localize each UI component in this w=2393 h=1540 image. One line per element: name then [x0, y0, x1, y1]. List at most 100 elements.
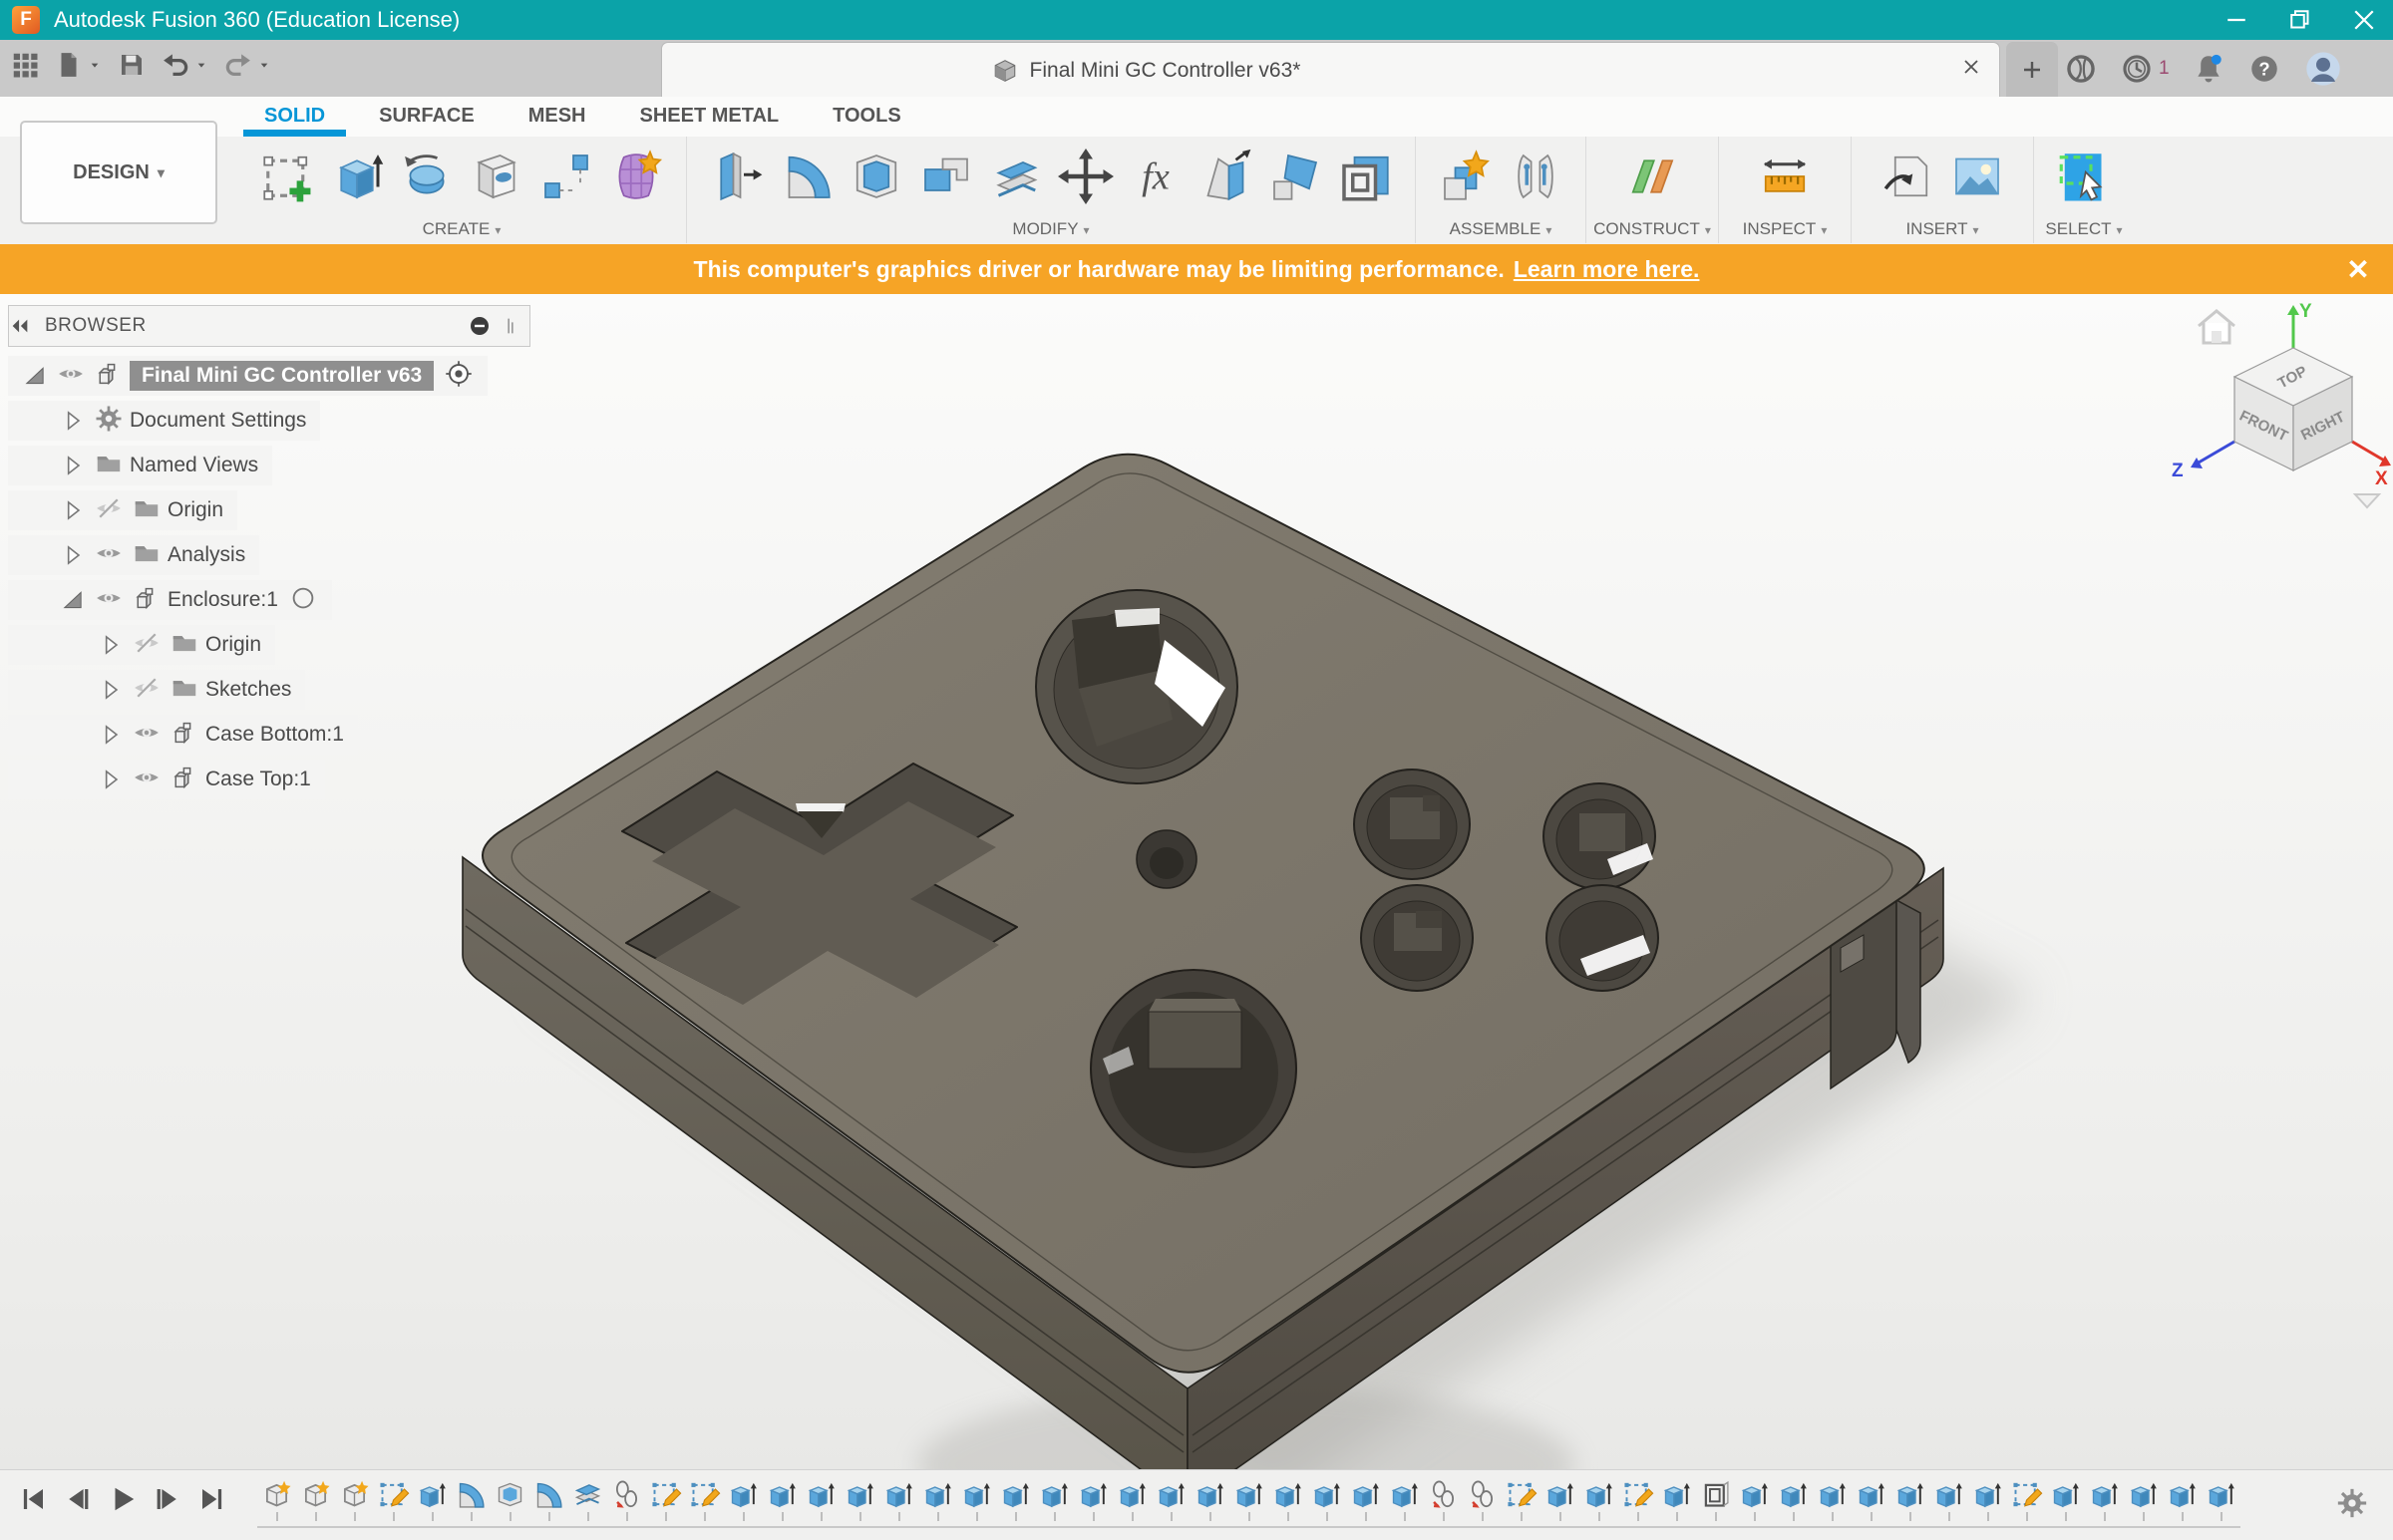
play-button[interactable] [108, 1484, 138, 1514]
home-icon[interactable] [2198, 309, 2235, 345]
timeline-feature-frame[interactable] [1696, 1478, 1735, 1521]
fillet-button[interactable] [777, 140, 837, 213]
measure-button[interactable] [1755, 140, 1815, 213]
redo-button[interactable] [223, 50, 272, 80]
view-cube[interactable]: Y Z X TOP FRONT RIGHT [2144, 299, 2393, 528]
group-label-modify[interactable]: MODIFY [687, 219, 1415, 239]
insert-derive-button[interactable] [1878, 140, 1937, 213]
construction-plane-button[interactable] [1622, 140, 1682, 213]
timeline-feature-extrude[interactable] [1307, 1478, 1346, 1521]
cstick-hole[interactable] [1090, 969, 1297, 1168]
timeline-feature-extrude[interactable] [2046, 1478, 2085, 1521]
notifications-button[interactable] [2192, 52, 2225, 86]
eye-icon[interactable] [56, 359, 86, 389]
timeline-feature-extrude[interactable] [802, 1478, 841, 1521]
timeline-feature-sketch[interactable] [1502, 1478, 1540, 1521]
component-icon[interactable] [170, 763, 199, 792]
timeline-feature-extrude[interactable] [1385, 1478, 1424, 1521]
timeline-feature-extrude[interactable] [1968, 1478, 2007, 1521]
joint-button[interactable] [1506, 140, 1565, 213]
ribbon-tab-mesh[interactable]: MESH [502, 97, 613, 137]
timeline-feature-extrude[interactable] [1346, 1478, 1385, 1521]
eye-off-icon[interactable] [132, 628, 162, 658]
browser-item-document-settings[interactable]: Document Settings [8, 401, 321, 441]
create-form-button[interactable] [606, 140, 666, 213]
extrude-button[interactable] [327, 140, 387, 213]
select-button[interactable] [2054, 140, 2114, 213]
timeline-feature-extrude[interactable] [1852, 1478, 1890, 1521]
new-component-button[interactable] [1436, 140, 1496, 213]
timeline-feature-fillet[interactable] [452, 1478, 491, 1521]
gear-icon[interactable] [94, 404, 124, 434]
button-hole-y[interactable] [1545, 884, 1659, 992]
group-label-create[interactable]: CREATE [237, 219, 686, 239]
timeline-settings-gear-icon[interactable] [2335, 1486, 2369, 1520]
timeline-feature-joint[interactable] [607, 1478, 646, 1521]
help-button[interactable]: ? [2247, 52, 2281, 86]
eye-icon[interactable] [94, 583, 124, 613]
timeline-feature-extrude[interactable] [996, 1478, 1035, 1521]
timeline-feature-extrude[interactable] [2124, 1478, 2163, 1521]
eye-off-icon[interactable] [132, 673, 162, 703]
timeline-feature-extrude[interactable] [763, 1478, 802, 1521]
pattern-button[interactable] [536, 140, 596, 213]
eye-icon[interactable] [132, 718, 162, 748]
go-to-end-button[interactable] [197, 1484, 227, 1514]
circle-icon[interactable] [288, 583, 318, 613]
timeline-feature-extrude[interactable] [2202, 1478, 2240, 1521]
step-back-button[interactable] [63, 1484, 93, 1514]
browser-item-analysis[interactable]: Analysis [8, 535, 260, 575]
group-label-select[interactable]: SELECT [2034, 219, 2134, 239]
new-document-tab-button[interactable] [2006, 42, 2058, 97]
timeline-feature-extrude[interactable] [841, 1478, 879, 1521]
close-icon[interactable] [2349, 5, 2379, 35]
timeline-feature-component-new[interactable] [257, 1478, 296, 1521]
ribbon-tab-sheet-metal[interactable]: SHEET METAL [613, 97, 807, 137]
change-parameters-button[interactable]: fx [1126, 140, 1186, 213]
folder-icon[interactable] [170, 628, 199, 658]
timeline-feature-extrude[interactable] [724, 1478, 763, 1521]
job-status-button[interactable]: 1 [2120, 52, 2170, 86]
document-tab[interactable]: Final Mini GC Controller v63* [661, 42, 2000, 98]
timeline-feature-offset[interactable] [568, 1478, 607, 1521]
revolve-button[interactable] [397, 140, 457, 213]
component-icon[interactable] [132, 583, 162, 613]
combine-button[interactable] [916, 140, 976, 213]
timeline-feature-sketch[interactable] [685, 1478, 724, 1521]
panel-drag-handle[interactable] [500, 315, 521, 337]
timeline-feature-extrude[interactable] [2163, 1478, 2202, 1521]
browser-item-origin[interactable]: Origin [8, 625, 276, 665]
offset-face-button[interactable] [986, 140, 1046, 213]
timeline-feature-extrude[interactable] [1035, 1478, 1074, 1521]
banner-close-icon[interactable]: ✕ [2341, 252, 2375, 286]
extensions-button[interactable] [2064, 52, 2098, 86]
timeline-feature-extrude[interactable] [1113, 1478, 1152, 1521]
timeline-feature-extrude[interactable] [879, 1478, 918, 1521]
browser-item-enclosure-1[interactable]: Enclosure:1 [8, 580, 332, 620]
expander-collapsed-icon[interactable] [98, 767, 124, 792]
group-label-inspect[interactable]: INSPECT [1719, 219, 1851, 239]
folder-icon[interactable] [94, 449, 124, 478]
timeline-feature-extrude[interactable] [1268, 1478, 1307, 1521]
folder-icon[interactable] [132, 493, 162, 523]
ribbon-tab-surface[interactable]: SURFACE [352, 97, 502, 137]
pin-hole[interactable] [1136, 829, 1197, 889]
timeline-feature-extrude[interactable] [1074, 1478, 1113, 1521]
viewcube-menu-caret[interactable] [2352, 493, 2382, 509]
ribbon-tab-solid[interactable]: SOLID [237, 97, 352, 137]
browser-item-origin[interactable]: Origin [8, 490, 238, 530]
browser-item-case-top-1[interactable]: Case Top:1 [8, 760, 325, 799]
timeline-feature-sketch[interactable] [374, 1478, 413, 1521]
timeline-feature-extrude[interactable] [1191, 1478, 1229, 1521]
scale-button[interactable] [1265, 140, 1325, 213]
group-label-construct[interactable]: CONSTRUCT [1586, 219, 1718, 239]
timeline-feature-extrude[interactable] [1774, 1478, 1813, 1521]
banner-learn-more-link[interactable]: Learn more here. [1514, 256, 1700, 283]
eye-icon[interactable] [94, 538, 124, 568]
expander-collapsed-icon[interactable] [60, 542, 86, 568]
expander-collapsed-icon[interactable] [60, 408, 86, 434]
expander-collapsed-icon[interactable] [60, 497, 86, 523]
collapse-panel-icon[interactable] [9, 315, 31, 337]
restore-icon[interactable] [2285, 5, 2315, 35]
panel-minus-icon[interactable] [468, 314, 492, 338]
